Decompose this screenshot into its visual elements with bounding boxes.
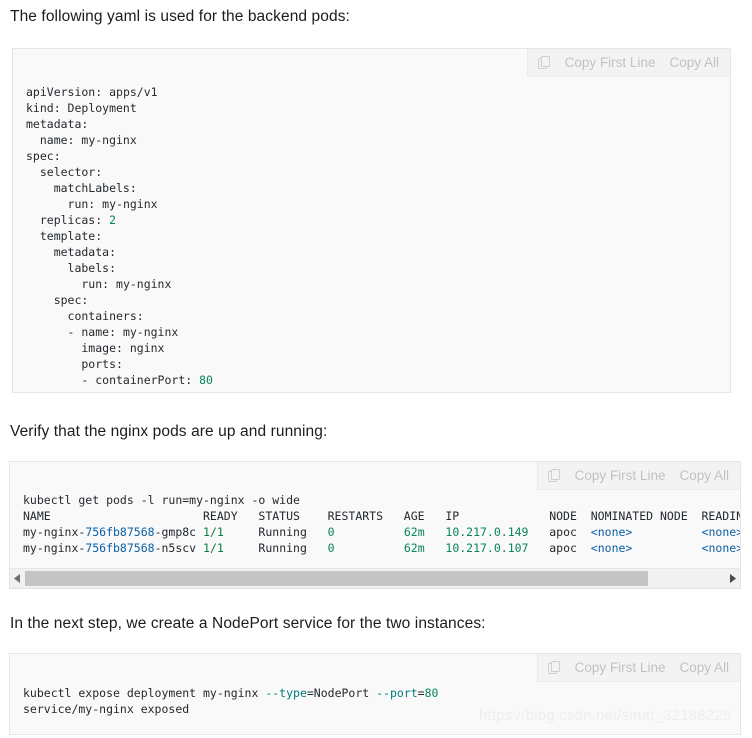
paragraph-intro-yaml: The following yaml is used for the backe… xyxy=(10,7,350,27)
code-block-get-pods: Copy First Line Copy All kubectl get pod… xyxy=(9,461,741,569)
copy-first-line-button[interactable]: Copy First Line xyxy=(565,55,656,70)
scrollbar-thumb[interactable] xyxy=(25,571,648,586)
copy-icon[interactable] xyxy=(538,56,551,70)
copy-first-line-button[interactable]: Copy First Line xyxy=(575,468,666,483)
copy-all-button[interactable]: Copy All xyxy=(669,55,719,70)
scrollbar-track[interactable] xyxy=(25,570,725,588)
expose-output: kubectl expose deployment my-nginx --typ… xyxy=(23,685,438,717)
paragraph-verify-pods: Verify that the nginx pods are up and ru… xyxy=(10,422,327,442)
copy-all-button[interactable]: Copy All xyxy=(679,660,729,675)
copy-icon[interactable] xyxy=(548,469,561,483)
horizontal-scrollbar[interactable] xyxy=(9,569,741,589)
copy-toolbar-yaml: Copy First Line Copy All xyxy=(527,49,730,77)
triangle-right-icon[interactable] xyxy=(725,570,740,588)
copy-toolbar-get-pods: Copy First Line Copy All xyxy=(537,462,740,490)
paragraph-nodeport: In the next step, we create a NodePort s… xyxy=(10,614,486,634)
yaml-source: apiVersion: apps/v1 kind: Deployment met… xyxy=(26,84,213,388)
get-pods-output: kubectl get pods -l run=my-nginx -o wide… xyxy=(23,492,741,556)
triangle-left-icon[interactable] xyxy=(10,570,25,588)
copy-first-line-button[interactable]: Copy First Line xyxy=(575,660,666,675)
code-block-yaml: Copy First Line Copy All apiVersion: app… xyxy=(12,48,731,393)
copy-toolbar-expose: Copy First Line Copy All xyxy=(537,654,740,682)
copy-icon[interactable] xyxy=(548,661,561,675)
article-page: The following yaml is used for the backe… xyxy=(0,0,752,738)
copy-all-button[interactable]: Copy All xyxy=(679,468,729,483)
watermark: https://blog.csdn.net/sinat_32188225 xyxy=(479,707,731,724)
